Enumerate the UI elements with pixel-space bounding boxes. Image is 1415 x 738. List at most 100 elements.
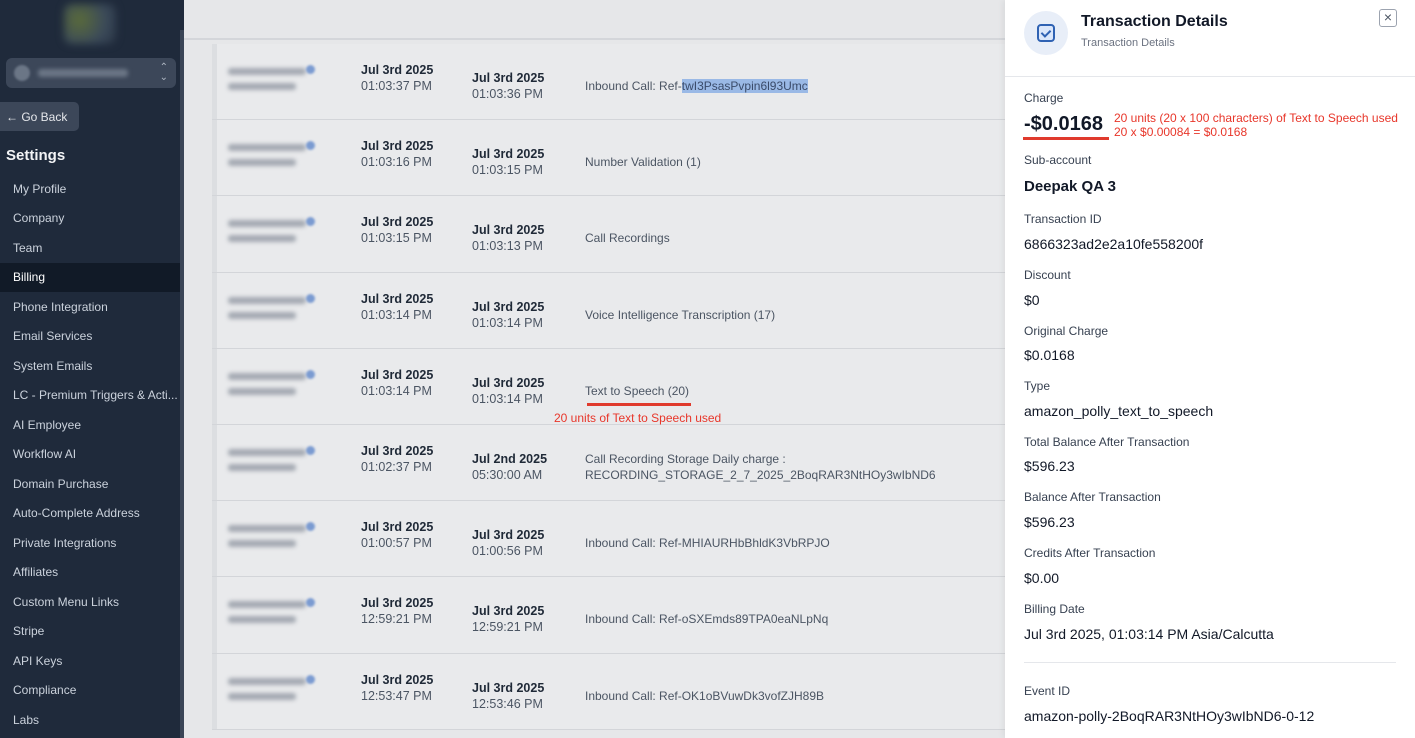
row-checkbox-column <box>212 348 217 424</box>
event-time: 05:30:00 AM <box>472 467 543 482</box>
verified-icon <box>306 293 315 303</box>
total-balance-value: $596.23 <box>1024 458 1075 474</box>
table-row[interactable]: Jul 3rd 2025 01:03:16 PM Jul 3rd 2025 01:03… <box>212 120 1005 197</box>
row-checkbox-column <box>212 424 217 501</box>
sidebar-item-my-profile[interactable]: My Profile <box>0 174 180 204</box>
verified-icon <box>306 598 315 608</box>
table-row[interactable]: Jul 3rd 2025 01:03:37 PM Jul 3rd 2025 01:03… <box>212 44 1005 121</box>
drawer-subtitle: Transaction Details <box>1081 37 1175 49</box>
sidebar-item-api-keys[interactable]: API Keys <box>0 646 180 676</box>
sidebar-item-affiliates[interactable]: Affiliates <box>0 558 180 588</box>
table-row[interactable]: Jul 3rd 2025 01:03:15 PM Jul 3rd 2025 01:03… <box>212 196 1005 273</box>
sidebar-item-compliance[interactable]: Compliance <box>0 676 180 706</box>
sidebar-item-team[interactable]: Team <box>0 233 180 263</box>
transaction-id-cell-redacted <box>228 674 315 708</box>
sidebar-item-workflow-ai[interactable]: Workflow AI <box>0 440 180 470</box>
original-charge-label: Original Charge <box>1024 324 1109 338</box>
verified-icon <box>306 445 315 455</box>
table-row[interactable]: Jul 3rd 2025 01:02:37 PM Jul 2nd 2025 05:30… <box>212 424 1005 502</box>
company-logo <box>64 4 116 44</box>
transaction-id-cell-redacted <box>228 141 315 174</box>
event-id-label: Event ID <box>1024 684 1071 698</box>
description-text-line2: RECORDING_STORAGE_2_7_2025_2BoqRAR3NtHOy… <box>585 467 936 482</box>
created-time: 01:03:16 PM <box>361 155 432 170</box>
created-time: 01:03:37 PM <box>361 79 432 93</box>
transaction-id-cell-redacted <box>228 445 315 479</box>
event-time: 01:00:56 PM <box>472 544 543 559</box>
transaction-details-drawer: Transaction Details Transaction Details … <box>1005 0 1415 738</box>
sidebar-item-labs[interactable]: Labs <box>0 705 180 735</box>
sub-account-value: Deepak QA 3 <box>1024 178 1116 195</box>
account-switcher[interactable]: ⌃ ⌄ <box>6 58 176 88</box>
sub-account-label: Sub-account <box>1024 153 1092 167</box>
table-row[interactable]: Jul 3rd 2025 12:53:47 PM Jul 3rd 2025 12:53… <box>212 653 1005 730</box>
created-date-cell: Jul 3rd 2025 01:00:57 PM <box>361 519 456 551</box>
sidebar-item-premium-triggers[interactable]: LC - Premium Triggers & Acti... <box>0 381 180 411</box>
account-name-redacted <box>38 69 128 77</box>
charge-label: Charge <box>1024 91 1064 105</box>
created-date-cell: Jul 3rd 2025 01:03:15 PM <box>361 214 456 246</box>
table-row[interactable]: Jul 3rd 2025 01:03:14 PM Jul 3rd 2025 01:03… <box>212 272 1005 349</box>
sidebar-item-stripe[interactable]: Stripe <box>0 617 180 647</box>
description-text: Inbound Call: Ref- <box>585 79 682 93</box>
close-icon[interactable]: × <box>1379 9 1397 27</box>
sidebar-item-private-integrations[interactable]: Private Integrations <box>0 528 180 558</box>
transaction-id-cell-redacted <box>228 217 315 250</box>
created-time: 12:59:21 PM <box>361 612 432 627</box>
row-checkbox-column <box>212 44 217 120</box>
credits-after-label: Credits After Transaction <box>1024 546 1156 560</box>
transaction-id-cell-redacted <box>228 369 315 403</box>
drawer-header: Transaction Details Transaction Details … <box>1005 0 1415 77</box>
verified-icon <box>306 522 315 532</box>
transaction-id-cell-redacted <box>228 598 315 631</box>
sidebar-item-domain-purchase[interactable]: Domain Purchase <box>0 469 180 499</box>
settings-nav: My Profile Company Team Billing Phone In… <box>0 174 180 735</box>
created-time: 01:00:57 PM <box>361 536 432 551</box>
balance-after-label: Balance After Transaction <box>1024 490 1161 504</box>
event-time: 01:03:13 PM <box>472 239 543 254</box>
sidebar-item-ai-employee[interactable]: AI Employee <box>0 410 180 440</box>
event-time: 12:53:46 PM <box>472 696 543 711</box>
created-date-cell: Jul 3rd 2025 12:59:21 PM <box>361 595 456 627</box>
row-checkbox-column <box>212 501 217 577</box>
sidebar-item-email-services[interactable]: Email Services <box>0 322 180 352</box>
description-cell: Call Recordings <box>585 231 670 246</box>
created-date: Jul 3rd 2025 <box>361 596 434 611</box>
transaction-id-cell-redacted <box>228 293 315 327</box>
created-date-cell: Jul 3rd 2025 01:03:37 PM <box>361 62 456 94</box>
created-time: 01:03:15 PM <box>361 231 432 246</box>
created-time: 01:02:37 PM <box>361 459 432 474</box>
settings-sidebar: ⌃ ⌄ ← Go Back Settings My Profile Company… <box>0 0 184 738</box>
go-back-button[interactable]: ← Go Back <box>0 102 79 131</box>
charge-annotation-line-1: 20 units (20 x 100 characters) of Text t… <box>1114 111 1398 125</box>
event-date: Jul 3rd 2025 <box>472 223 545 238</box>
event-date-cell: Jul 2nd 2025 05:30:00 AM <box>472 451 582 483</box>
row-checkbox-column <box>212 577 217 653</box>
sidebar-item-company[interactable]: Company <box>0 204 180 234</box>
sidebar-item-custom-menu-links[interactable]: Custom Menu Links <box>0 587 180 617</box>
created-time: 12:53:47 PM <box>361 688 432 703</box>
sidebar-item-billing[interactable]: Billing <box>0 262 180 292</box>
sidebar-item-system-emails[interactable]: System Emails <box>0 351 180 381</box>
chevron-updown-icon: ⌃ ⌄ <box>159 62 168 83</box>
drawer-divider <box>1024 662 1396 663</box>
drawer-title: Transaction Details <box>1081 13 1228 30</box>
table-row[interactable]: Jul 3rd 2025 12:59:21 PM Jul 3rd 2025 12:59… <box>212 577 1005 654</box>
description-cell: Call Recording Storage Daily charge : REC… <box>585 451 936 483</box>
description-cell: Number Validation (1) <box>585 155 701 170</box>
created-date-cell: Jul 3rd 2025 01:03:14 PM <box>361 291 456 323</box>
sidebar-item-auto-complete-address[interactable]: Auto-Complete Address <box>0 499 180 529</box>
sidebar-item-phone-integration[interactable]: Phone Integration <box>0 292 180 322</box>
event-date-cell: Jul 3rd 2025 01:03:14 PM <box>472 299 582 331</box>
row-checkbox-column <box>212 272 217 348</box>
created-date-cell: Jul 3rd 2025 01:02:37 PM <box>361 443 456 475</box>
type-label: Type <box>1024 379 1051 393</box>
description-cell: Text to Speech (20) <box>585 383 690 398</box>
event-date-cell: Jul 3rd 2025 01:03:36 PM <box>472 70 582 102</box>
table-row[interactable]: Jul 3rd 2025 01:00:57 PM Jul 3rd 2025 01:00… <box>212 501 1005 578</box>
created-date: Jul 3rd 2025 <box>361 672 434 687</box>
discount-value: $0 <box>1024 292 1040 308</box>
event-date-cell: Jul 3rd 2025 12:53:46 PM <box>472 680 582 712</box>
table-row[interactable]: Jul 3rd 2025 01:03:14 PM Jul 3rd 2025 01:03… <box>212 348 1005 425</box>
charge-annotation-line-2: 20 x $0.00084 = $0.0168 <box>1114 125 1248 139</box>
